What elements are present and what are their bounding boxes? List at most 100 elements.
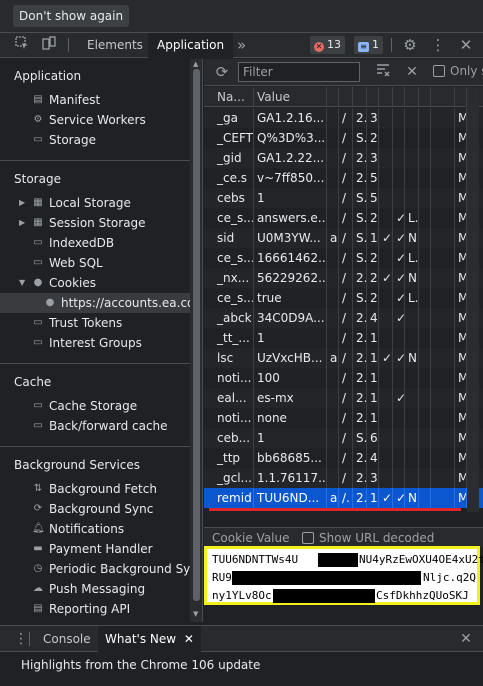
table-row[interactable]: _gaGA1.2.16... /2.3. M bbox=[204, 108, 483, 128]
column-header[interactable] bbox=[419, 87, 431, 107]
column-header-name[interactable]: Na... bbox=[204, 87, 254, 107]
device-toolbar-icon[interactable] bbox=[40, 36, 58, 54]
column-header[interactable] bbox=[327, 87, 339, 107]
column-header[interactable] bbox=[393, 87, 405, 107]
only-show-issues-checkbox[interactable] bbox=[433, 65, 445, 77]
scroll-up-arrow-icon[interactable]: ▲ bbox=[193, 60, 198, 68]
sidebar-item-cookies[interactable]: ▼ ● Cookies bbox=[0, 273, 190, 293]
sidebar-item-label: Trust Tokens bbox=[49, 316, 123, 330]
clear-all-cookies-icon[interactable]: ✕ bbox=[403, 63, 421, 81]
inspect-element-icon[interactable] bbox=[13, 36, 31, 54]
table-cell: M bbox=[455, 428, 467, 448]
table-scrollbar[interactable] bbox=[467, 87, 479, 512]
table-cell: N bbox=[405, 348, 419, 368]
expand-arrow-icon[interactable]: ▶ bbox=[19, 193, 29, 213]
sidebar-item-reporting-api[interactable]: ▤ Reporting API bbox=[0, 599, 190, 619]
whats-new-highlight[interactable]: Highlights from the Chrome 106 update bbox=[21, 658, 260, 672]
sidebar-scrollbar[interactable]: ▲ ▼ bbox=[190, 59, 202, 622]
table-cell: / bbox=[339, 388, 353, 408]
close-drawer-icon[interactable]: ✕ bbox=[457, 630, 475, 648]
sidebar-item-periodic-background-sync[interactable]: ◷ Periodic Background Sync bbox=[0, 559, 202, 579]
more-options-icon[interactable]: ⋮ bbox=[429, 36, 447, 54]
sidebar-item-background-fetch[interactable]: ⇅ Background Fetch bbox=[0, 479, 190, 499]
sidebar-item-storage[interactable]: ▭ Storage bbox=[0, 130, 190, 150]
info-badge[interactable]: ≡ 1 bbox=[354, 36, 383, 54]
expand-arrow-icon[interactable]: ▶ bbox=[19, 213, 29, 233]
table-row[interactable]: noti...100 /2.1. M bbox=[204, 368, 483, 388]
table-row[interactable]: _tt_...1 /2.1. M bbox=[204, 328, 483, 348]
tab-whats-new-label: What's New bbox=[105, 632, 177, 646]
table-row[interactable]: eal...es-mx /2.1. ✓ M bbox=[204, 388, 483, 408]
sidebar-item-web-sql[interactable]: ▭ Web SQL bbox=[0, 253, 190, 273]
column-header-value[interactable]: Value bbox=[254, 87, 327, 107]
clear-filtered-cookies-icon[interactable] bbox=[374, 63, 392, 81]
table-row[interactable]: sidU0M3YW...a./S.1.✓✓NM bbox=[204, 228, 483, 248]
column-header[interactable] bbox=[339, 87, 353, 107]
close-devtools-icon[interactable]: ✕ bbox=[457, 36, 475, 54]
errors-badge[interactable]: ✕ 13 bbox=[310, 36, 345, 54]
sidebar-item-cookie-origin[interactable]: ● https://accounts.ea.com bbox=[0, 293, 202, 313]
tab-elements[interactable]: Elements bbox=[87, 33, 143, 58]
table-cell bbox=[419, 348, 431, 368]
tab-console[interactable]: Console bbox=[43, 626, 91, 652]
tab-whats-new[interactable]: What's New ✕ bbox=[98, 626, 201, 652]
column-header[interactable] bbox=[353, 87, 367, 107]
table-row[interactable]: _gidGA1.2.22... /2.3. M bbox=[204, 148, 483, 168]
sidebar-item-push-messaging[interactable]: ☁ Push Messaging bbox=[0, 579, 190, 599]
sidebar-item-indexeddb[interactable]: ▭ IndexedDB bbox=[0, 233, 190, 253]
table-cell bbox=[431, 408, 455, 428]
refresh-icon[interactable]: ⟳ bbox=[213, 63, 231, 81]
table-row[interactable]: lscUzVxcHB...a./2.1.✓✓NM bbox=[204, 348, 483, 368]
sidebar-item-payment-handler[interactable]: ▬ Payment Handler bbox=[0, 539, 190, 559]
table-cell bbox=[419, 328, 431, 348]
table-row[interactable]: _nx...56229262.../2.2.✓✓NM bbox=[204, 268, 483, 288]
sidebar-item-cache-storage[interactable]: ▭ Cache Storage bbox=[0, 396, 190, 416]
collapse-arrow-icon[interactable]: ▼ bbox=[19, 273, 29, 293]
table-row[interactable]: ce_s...16661462... /S.2. ✓L. M bbox=[204, 248, 483, 268]
table-cell: ✓ bbox=[393, 228, 405, 248]
sidebar-item-session-storage[interactable]: ▶ ▦ Session Storage bbox=[0, 213, 190, 233]
tab-application[interactable]: Application bbox=[148, 33, 234, 58]
sidebar-item-notifications[interactable]: 🔔︎ Notifications bbox=[0, 519, 190, 539]
table-row[interactable]: _ttpbb68685... /2.4. M bbox=[204, 448, 483, 468]
table-row[interactable]: _abck34C0D9A... /2.4. ✓ M bbox=[204, 308, 483, 328]
table-cell bbox=[419, 248, 431, 268]
table-row[interactable]: remidTUU6ND...a./.2.1.✓✓NM bbox=[204, 488, 483, 508]
sidebar-item-bfcache[interactable]: ▭ Back/forward cache bbox=[0, 416, 190, 436]
column-header[interactable] bbox=[367, 87, 379, 107]
sidebar-item-local-storage[interactable]: ▶ ▦ Local Storage bbox=[0, 193, 190, 213]
table-cell: S. bbox=[353, 288, 367, 308]
table-row[interactable]: ceb...1 /S.6. M bbox=[204, 428, 483, 448]
cookie-value-cell: TUU6ND... bbox=[254, 488, 327, 508]
close-tab-icon[interactable]: ✕ bbox=[184, 632, 194, 646]
show-url-decoded-checkbox[interactable] bbox=[302, 532, 314, 544]
column-header[interactable] bbox=[405, 87, 419, 107]
table-cell: M bbox=[455, 408, 467, 428]
table-row[interactable]: _CEFTQ%3D%3... /S.2. M bbox=[204, 128, 483, 148]
cookies-panel: ⟳ Filter ✕ Only s Na... Value _gaGA1.2.1… bbox=[204, 59, 483, 622]
sidebar-scroll-thumb[interactable] bbox=[193, 69, 200, 601]
table-row[interactable]: _gcl...1.1.76117... /2.3. M bbox=[204, 468, 483, 488]
more-tabs-button[interactable]: » bbox=[237, 33, 246, 58]
table-row[interactable]: ce_s...answers.e... /S.2. ✓L. M bbox=[204, 208, 483, 228]
settings-gear-icon[interactable]: ⚙ bbox=[401, 36, 419, 54]
sidebar-item-manifest[interactable]: ▤ Manifest bbox=[0, 90, 190, 110]
sidebar-item-service-workers[interactable]: ⚙ Service Workers bbox=[0, 110, 190, 130]
column-header[interactable] bbox=[431, 87, 455, 107]
table-row[interactable]: _ce.sv~7ff850... /2.5. M bbox=[204, 168, 483, 188]
column-header[interactable] bbox=[455, 87, 467, 107]
scroll-down-arrow-icon[interactable]: ▼ bbox=[193, 610, 198, 618]
sidebar-item-interest-groups[interactable]: ▭ Interest Groups bbox=[0, 333, 190, 353]
dont-show-again-button[interactable]: Don't show again bbox=[13, 5, 130, 27]
table-row[interactable]: cebs1 /S.5. M bbox=[204, 188, 483, 208]
cookie-value-text[interactable]: TUU6NDNTTWs4U NU4yRzEwOXU4OE4xU2tr RU9 N… bbox=[204, 546, 483, 605]
table-cell: 2. bbox=[367, 208, 379, 228]
column-header[interactable] bbox=[379, 87, 393, 107]
filter-input[interactable]: Filter bbox=[238, 62, 360, 82]
table-row[interactable]: noti...none /2.1. M bbox=[204, 408, 483, 428]
sidebar-item-trust-tokens[interactable]: ▭ Trust Tokens bbox=[0, 313, 190, 333]
table-row[interactable]: ce_s...true /S.2. ✓L. M bbox=[204, 288, 483, 308]
drawer-menu-icon[interactable]: ⋮ bbox=[12, 630, 30, 648]
cookie-value-fragment: RU9 bbox=[212, 571, 232, 584]
sidebar-item-background-sync[interactable]: ⟳ Background Sync bbox=[0, 499, 190, 519]
